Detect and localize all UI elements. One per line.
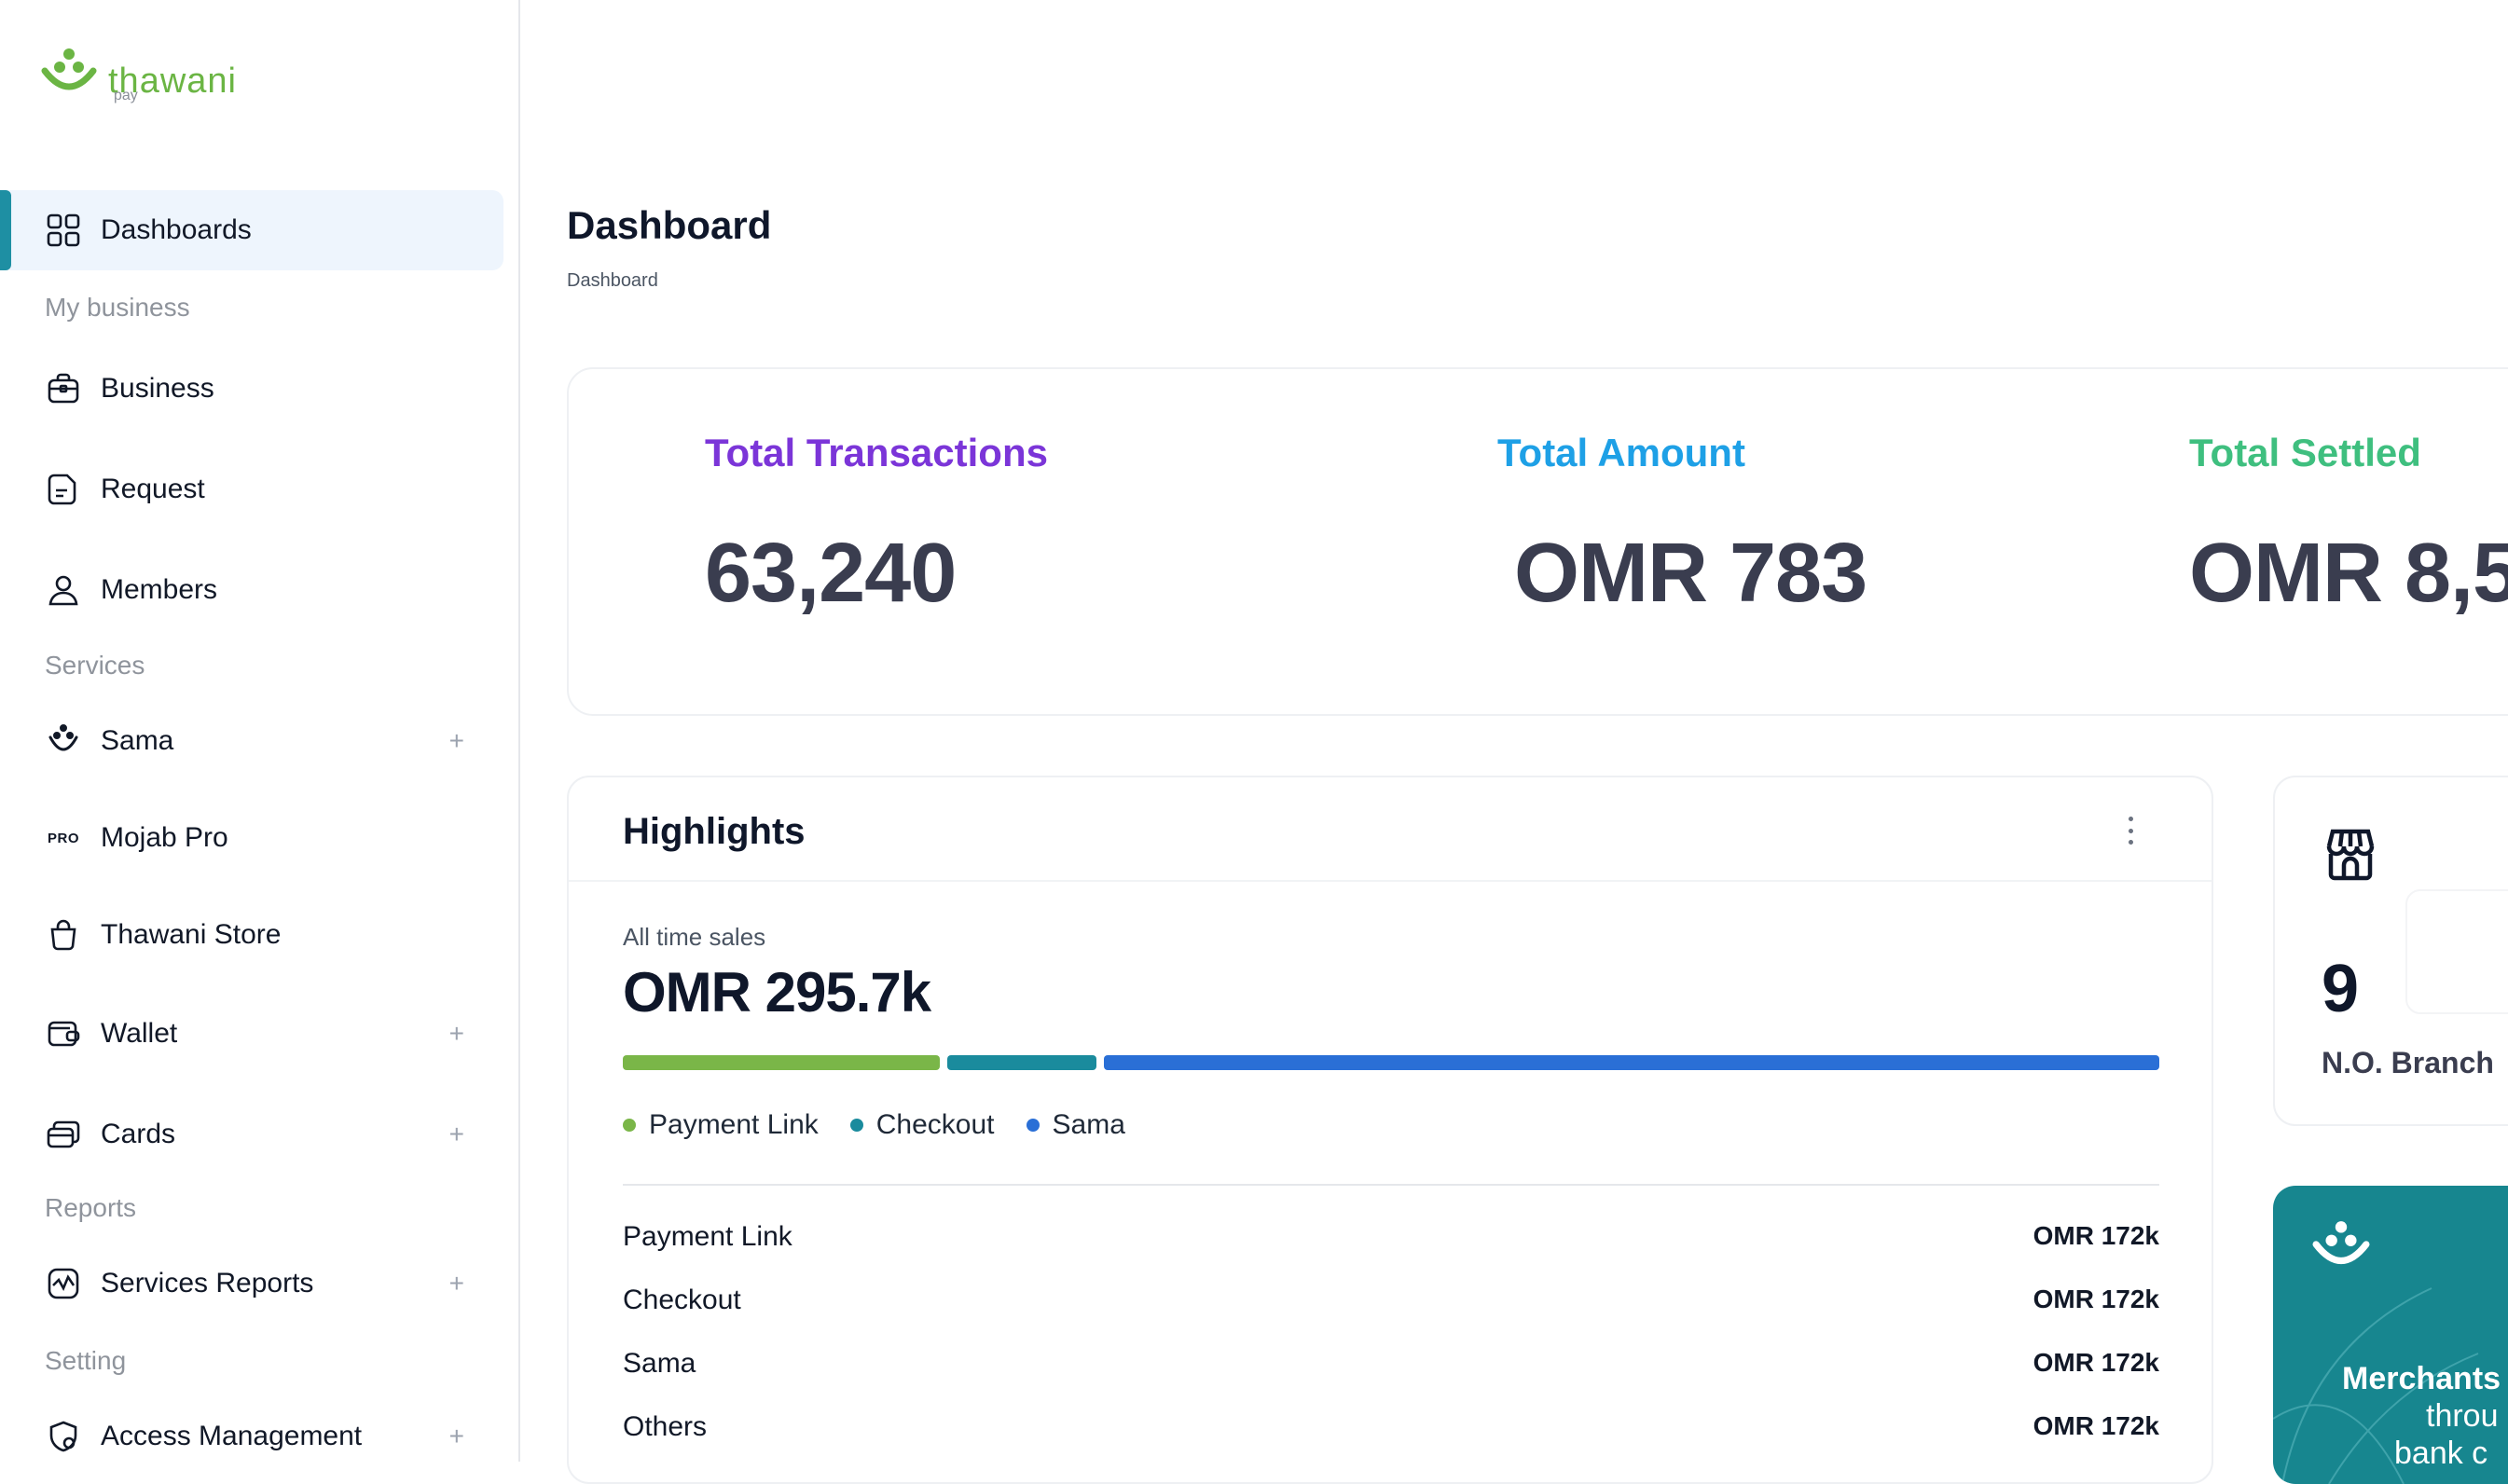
section-reports: Reports [45,1193,137,1222]
stats-card: Total Transactions 63,240 Total Amount O… [567,367,2508,716]
sidebar-item-sama[interactable]: Sama + [0,701,503,781]
promo-line-2: throu [2426,1398,2499,1434]
legend-dot [623,1119,636,1132]
breadcrumb[interactable]: Dashboard [567,270,658,292]
list-item-value: OMR 172k [2033,1411,2159,1440]
stat-value-total-transactions: 63,240 [705,527,957,620]
bar-segment-sama [1104,1055,2159,1070]
sidebar-item-thawani-store[interactable]: Thawani Store [0,895,503,975]
sidebar-item-label: Mojab Pro [101,822,228,853]
section-setting: Setting [45,1346,127,1375]
list-item-value: OMR 172k [2033,1285,2159,1313]
highlights-title: Highlights [623,811,806,852]
branch-card[interactable]: 9 N.O. Branch [2273,776,2508,1126]
promo-line-1: Merchants [2342,1361,2501,1396]
sidebar-item-label: Services Reports [101,1268,314,1298]
wallet-icon [45,1015,82,1052]
sidebar-item-label: Access Management [101,1421,363,1451]
bag-icon [45,916,82,954]
sidebar-item-label: Dashboards [101,214,252,245]
legend-label: Payment Link [649,1109,819,1140]
list-item: Payment Link OMR 172k [623,1221,2159,1258]
divider [623,1184,2159,1186]
promo-line-3: bank c [2394,1436,2488,1471]
sidebar-item-business[interactable]: Business [0,349,503,429]
stat-label-total-settled: Total Settled [2189,431,2421,474]
promo-banner[interactable]: Merchants throu bank c [2273,1186,2508,1484]
branch-label: N.O. Branch [2322,1046,2494,1079]
sidebar-item-label: Wallet [101,1018,178,1049]
brand-sub: pay [114,88,138,103]
list-item-label: Sama [623,1348,696,1379]
sidebar-item-dashboards[interactable]: Dashboards [0,190,503,270]
expand-icon[interactable]: + [449,1422,464,1451]
stat-value-total-settled: OMR 8,5 [2189,527,2508,620]
sales-distribution-bar [623,1055,2159,1070]
expand-icon[interactable]: + [449,1120,464,1149]
cards-icon [45,1116,82,1153]
list-item: Others OMR 172k [623,1411,2159,1449]
legend-item: Checkout [849,1109,995,1141]
briefcase-icon [45,370,82,407]
branch-card-decoration [2405,889,2508,1014]
stat-label-total-amount: Total Amount [1497,431,1745,474]
sidebar-item-cards[interactable]: Cards + [0,1094,503,1175]
bar-segment-payment-link [623,1055,940,1070]
legend-dot [849,1119,863,1132]
stat-label-total-transactions: Total Transactions [705,431,1048,474]
section-services: Services [45,651,145,680]
sidebar-item-label: Cards [101,1119,176,1149]
section-my-business: My business [45,293,190,322]
legend-item: Payment Link [623,1109,819,1141]
sidebar-item-label: Members [101,574,218,605]
bar-segment-checkout [947,1055,1096,1070]
sidebar-item-label: Business [101,373,214,404]
list-item-label: Payment Link [623,1221,792,1252]
all-time-sales-label: All time sales [623,923,766,951]
all-time-sales-value: OMR 295.7k [623,961,931,1024]
legend-label: Checkout [875,1109,995,1140]
grid-icon [45,212,82,249]
sidebar-item-label: Request [101,474,205,504]
highlights-card: Highlights All time sales OMR 295.7k Pay… [567,776,2213,1484]
list-item-label: Others [623,1411,708,1442]
legend-item: Sama [1026,1109,1125,1141]
sidebar-item-access-management[interactable]: Access Management + [0,1396,503,1477]
sidebar-item-wallet[interactable]: Wallet + [0,994,503,1074]
chart-icon [45,1265,82,1302]
user-icon [45,571,82,609]
list-item-label: Checkout [623,1285,741,1315]
more-options-icon[interactable] [2126,817,2135,845]
sidebar-item-request[interactable]: Request [0,449,503,529]
thawani-logo-icon [41,48,97,90]
sidebar: thawani pay Dashboards My business Busin… [0,0,520,1462]
legend-dot [1026,1119,1040,1132]
legend-label: Sama [1052,1109,1125,1140]
document-icon [45,471,82,508]
list-item: Sama OMR 172k [623,1348,2159,1385]
page-title: Dashboard [567,203,772,247]
list-item: Checkout OMR 172k [623,1285,2159,1322]
thawani-logo[interactable]: thawani pay [41,47,237,103]
list-item-value: OMR 172k [2033,1348,2159,1377]
sidebar-item-label: Sama [101,725,174,756]
legend: Payment Link Checkout Sama [623,1109,1125,1141]
sidebar-item-mojab-pro[interactable]: PRO Mojab Pro [0,798,503,878]
sidebar-item-label: Thawani Store [101,919,282,950]
thawani-logo-icon [2312,1221,2370,1264]
pro-icon: PRO [45,819,82,857]
shield-gear-icon [45,1418,82,1455]
highlights-header: Highlights [569,777,2212,882]
sidebar-item-members[interactable]: Members [0,550,503,630]
expand-icon[interactable]: + [449,726,464,756]
sama-icon [45,722,82,760]
stat-value-total-amount: OMR 783 [1514,527,1867,620]
branch-count: 9 [2322,952,2360,1026]
expand-icon[interactable]: + [449,1019,464,1049]
pro-icon-text: PRO [47,830,79,846]
sidebar-item-services-reports[interactable]: Services Reports + [0,1244,503,1324]
store-icon [2326,829,2375,881]
expand-icon[interactable]: + [449,1269,464,1298]
list-item-value: OMR 172k [2033,1221,2159,1250]
